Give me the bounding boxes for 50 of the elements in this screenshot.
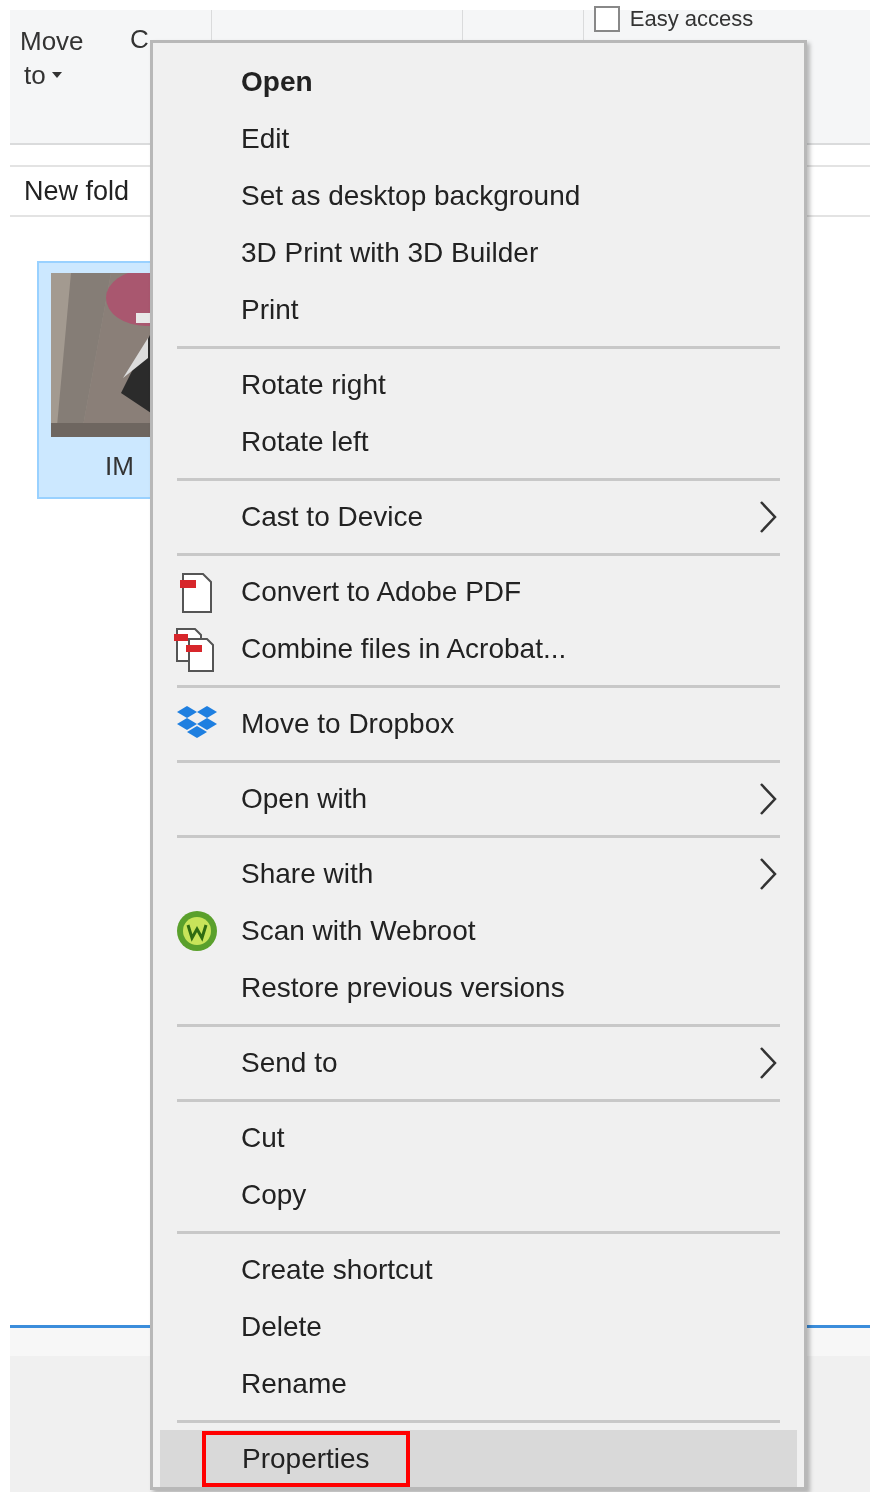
ribbon-label[interactable]: Easy access [629, 2, 754, 35]
menu-item-label: Open with [241, 781, 368, 816]
menu-item-label: Edit [241, 121, 290, 156]
checkbox[interactable] [593, 5, 620, 32]
menu-item-label: Create shortcut [241, 1252, 433, 1287]
menu-item[interactable]: Properties [160, 1430, 797, 1487]
menu-item-label: Scan with Webroot [241, 913, 476, 948]
menu-item-label: Send to [241, 1045, 338, 1080]
menu-item[interactable]: Combine files in Acrobat... [160, 620, 797, 677]
chevron-right-icon [759, 781, 777, 816]
menu-item-label: Restore previous versions [241, 970, 565, 1005]
menu-item-label: Rename [241, 1366, 347, 1401]
menu-item[interactable]: Scan with Webroot [160, 902, 797, 959]
ribbon-label[interactable]: to [20, 58, 62, 92]
menu-item-label: Open [241, 64, 313, 99]
menu-item[interactable]: Copy [160, 1166, 797, 1223]
menu-item-label: Share with [241, 856, 374, 891]
menu-item-label: Cut [241, 1120, 285, 1155]
menu-item[interactable]: Edit [160, 110, 797, 167]
menu-item-label: Combine files in Acrobat... [241, 631, 567, 666]
menu-item[interactable]: Delete [160, 1298, 797, 1355]
menu-item[interactable]: Move to Dropbox [160, 695, 797, 752]
ribbon-label[interactable]: C [110, 10, 149, 59]
menu-item[interactable]: Convert to Adobe PDF [160, 563, 797, 620]
menu-item-label: Print [241, 292, 299, 327]
webroot-icon [176, 909, 218, 952]
file-name: IM [105, 450, 134, 483]
menu-item-label: Rotate right [241, 367, 386, 402]
menu-item-label: Convert to Adobe PDF [241, 574, 522, 609]
menu-item-label: Rotate left [241, 424, 369, 459]
menu-item-label: Delete [241, 1309, 322, 1344]
menu-item-label: Cast to Device [241, 499, 424, 534]
menu-item-label: 3D Print with 3D Builder [241, 235, 539, 270]
menu-item-label: Set as desktop background [241, 178, 581, 213]
menu-item-label: Move to Dropbox [241, 706, 455, 741]
menu-item[interactable]: Share with [160, 845, 797, 902]
menu-item[interactable]: Send to [160, 1034, 797, 1091]
chevron-right-icon [759, 856, 777, 891]
menu-item[interactable]: Create shortcut [160, 1241, 797, 1298]
menu-item[interactable]: Restore previous versions [160, 959, 797, 1016]
menu-item-label: Copy [241, 1177, 307, 1212]
menu-item-label: Properties [202, 1430, 410, 1487]
menu-item[interactable]: Set as desktop background [160, 167, 797, 224]
menu-item[interactable]: Rename [160, 1355, 797, 1412]
menu-item[interactable]: Open with [160, 770, 797, 827]
chevron-right-icon [759, 499, 777, 534]
chevron-right-icon [759, 1045, 777, 1080]
menu-item[interactable]: Open [160, 53, 797, 110]
ribbon-label[interactable]: Move [20, 24, 84, 58]
menu-item[interactable]: Cut [160, 1109, 797, 1166]
